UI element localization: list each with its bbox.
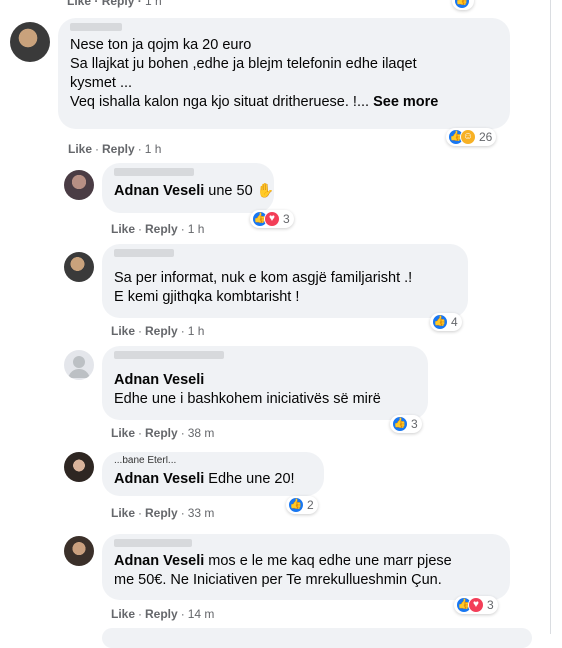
time-label: 1 h (187, 324, 205, 338)
reply-action[interactable]: Reply (145, 324, 178, 338)
reply-actions: Like · Reply · 1 h (111, 324, 205, 338)
reply-action[interactable]: Reply (145, 506, 178, 520)
previous-comment-meta: Like · Reply · 1 h (67, 0, 162, 8)
like-action[interactable]: Like (111, 607, 135, 621)
reply-bubble: ...bane Eterl... Adnan Veseli Edhe une 2… (102, 452, 324, 496)
like-action[interactable]: Like (111, 506, 135, 520)
reply-action[interactable]: Reply (102, 142, 135, 156)
previous-reactions[interactable]: 👍 (452, 0, 474, 10)
love-icon: ♥ (264, 211, 280, 227)
avatar[interactable] (64, 536, 94, 566)
reply-actions: Like · Reply · 38 m (111, 426, 215, 440)
like-icon: 👍 (432, 314, 448, 330)
reply-bubble: Sa per informat, nuk e kom asgjë familja… (102, 244, 468, 318)
reply-action[interactable]: Reply (102, 0, 135, 8)
scrollbar[interactable] (550, 0, 551, 634)
like-icon: 👍 (288, 497, 304, 513)
reply-actions: Like · Reply · 1 h (111, 222, 205, 236)
mention-link[interactable]: Adnan Veseli (114, 553, 204, 569)
time-label: 33 m (187, 506, 215, 520)
love-icon: ♥ (468, 597, 484, 613)
reply-text: Edhe une i bashkohem iniciativës së mirë (114, 391, 381, 407)
reply-action[interactable]: Reply (145, 607, 178, 621)
reaction-count: 26 (479, 130, 493, 144)
reaction-count: 3 (283, 212, 290, 226)
reply-line: E kemi gjithqka kombtarisht ! (114, 289, 300, 305)
like-action[interactable]: Like (111, 222, 135, 236)
reaction-count: 3 (487, 598, 494, 612)
reply-actions: Like · Reply · 33 m (111, 506, 215, 520)
reaction-count: 4 (451, 315, 458, 329)
see-more-link[interactable]: See more (373, 94, 438, 110)
comment-line: Sa llajkat ju bohen ,edhe ja blejm telef… (70, 56, 417, 72)
time-label: 1 h (145, 0, 162, 8)
author-name[interactable] (114, 248, 456, 258)
reaction-summary[interactable]: 👍 4 (430, 313, 462, 331)
like-action[interactable]: Like (111, 426, 135, 440)
reaction-summary[interactable]: 👍 ♥ 3 (250, 210, 294, 228)
reaction-summary[interactable]: 👍 ♥ 3 (454, 596, 498, 614)
care-icon: ☺ (460, 129, 476, 145)
reply-text: Adnan Veseli Edhe une 20! (114, 471, 295, 487)
author-name[interactable] (114, 167, 262, 177)
avatar[interactable] (64, 252, 94, 282)
like-icon: 👍 (392, 416, 408, 432)
reply-text: me 50€. Ne Iniciativen per Te mrekullues… (114, 572, 442, 588)
like-icon: 👍 (454, 0, 470, 9)
reply-action[interactable]: Reply (145, 426, 178, 440)
default-avatar-icon (68, 356, 90, 378)
avatar[interactable] (64, 350, 94, 380)
time-label: 14 m (187, 607, 215, 621)
reaction-summary[interactable]: 👍 3 (390, 415, 422, 433)
comment-line: kysmet ... (70, 75, 133, 91)
comment-line: Veq ishalla kalon nga kjo situat drither… (70, 94, 439, 110)
comment-bubble: Nese ton ja qojm ka 20 euro Sa llajkat j… (58, 18, 510, 129)
time-label: 1 h (187, 222, 205, 236)
reaction-summary[interactable]: 👍 ☺ 26 (446, 128, 497, 146)
reaction-count: 3 (411, 417, 418, 431)
mention-link[interactable]: Adnan Veseli (114, 183, 204, 199)
reply-text: Adnan Veseli une 50 ✋ (114, 182, 275, 199)
comment-actions: Like · Reply · 1 h (68, 142, 162, 156)
author-name[interactable]: ...bane Eterl... (114, 456, 312, 466)
reply-bubble: Adnan Veseli Edhe une i bashkohem inicia… (102, 346, 428, 420)
comment-line: Nese ton ja qojm ka 20 euro (70, 37, 252, 53)
reply-line: Sa per informat, nuk e kom asgjë familja… (114, 270, 413, 286)
avatar[interactable] (10, 22, 50, 62)
author-name[interactable] (114, 538, 498, 548)
like-action[interactable]: Like (68, 142, 92, 156)
avatar[interactable] (64, 170, 94, 200)
avatar[interactable] (64, 452, 94, 482)
reaction-summary[interactable]: 👍 2 (286, 496, 318, 514)
time-label: 1 h (144, 142, 162, 156)
time-label: 38 m (187, 426, 215, 440)
reply-action[interactable]: Reply (145, 222, 178, 236)
like-action[interactable]: Like (67, 0, 91, 8)
author-name[interactable] (70, 22, 498, 32)
reply-text: Adnan Veseli mos e le me kaq edhe une ma… (114, 553, 452, 569)
author-name[interactable] (114, 350, 416, 360)
like-action[interactable]: Like (111, 324, 135, 338)
mention-link[interactable]: Adnan Veseli (114, 371, 416, 390)
mention-link[interactable]: Adnan Veseli (114, 471, 204, 487)
reaction-count: 2 (307, 498, 314, 512)
reply-actions: Like · Reply · 14 m (111, 607, 215, 621)
reply-bubble: Adnan Veseli mos e le me kaq edhe une ma… (102, 534, 510, 600)
waving-hand-icon: ✋ (256, 182, 275, 198)
reply-bubble: Adnan Veseli une 50 ✋ (102, 163, 274, 213)
reply-bubble (102, 628, 532, 648)
